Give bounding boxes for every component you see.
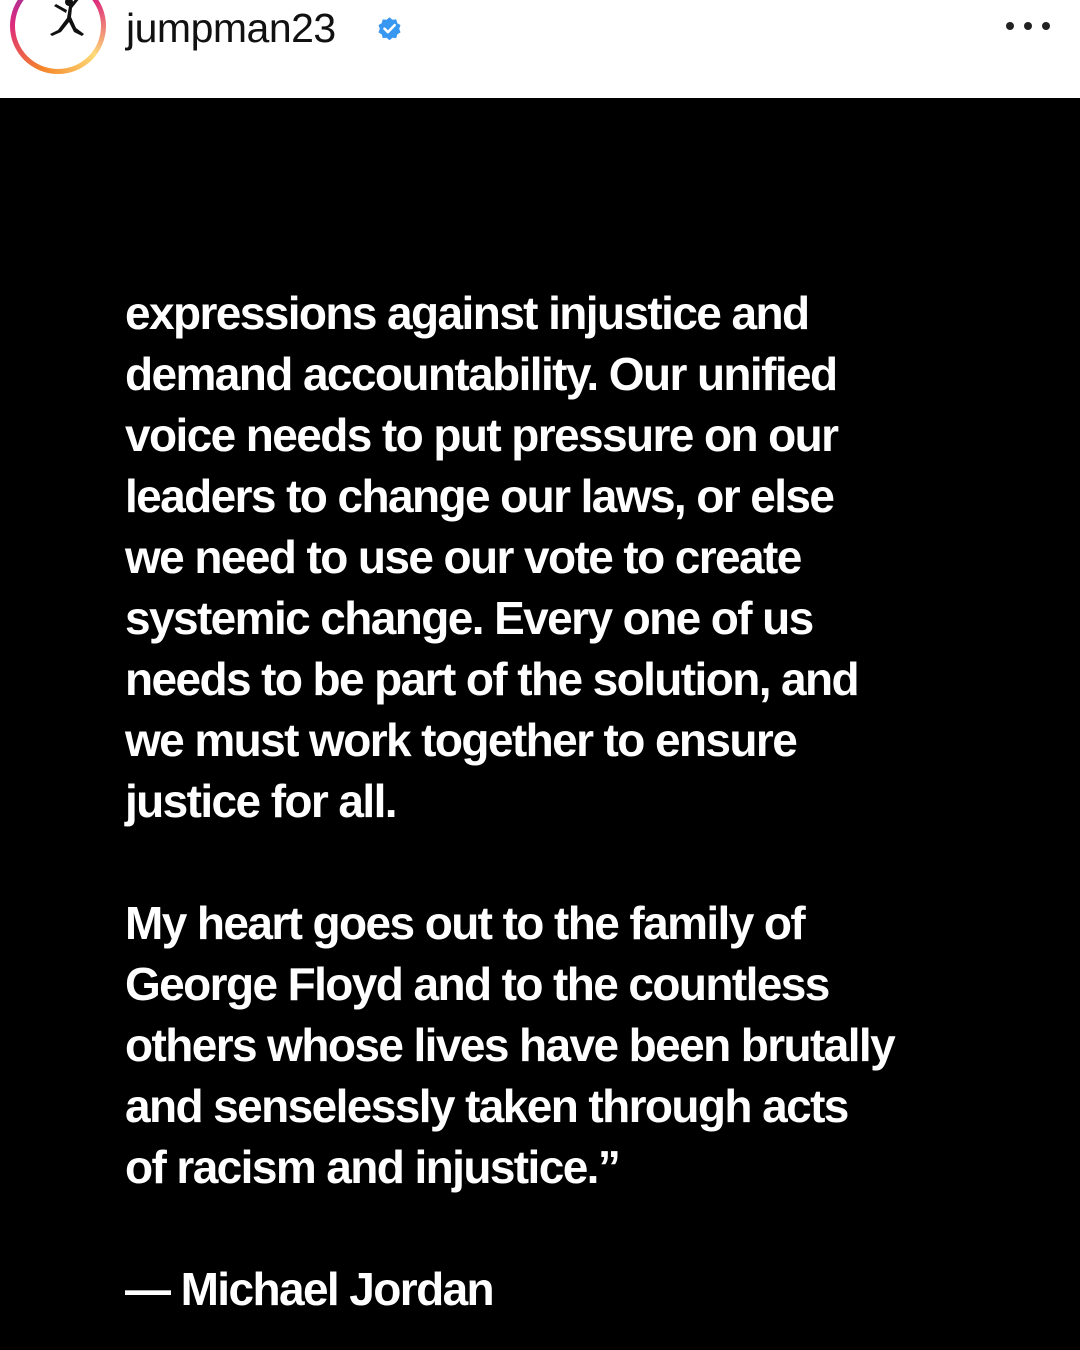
username-link[interactable]: jumpman23 — [126, 4, 336, 52]
quote-line: of racism and injustice.” — [125, 1141, 621, 1193]
post-header: jumpman23 — [0, 0, 1080, 98]
quote-line: expressions against injustice and — [125, 287, 810, 339]
quote-attribution: — Michael Jordan — [125, 1263, 495, 1315]
verified-badge-icon — [378, 17, 401, 41]
quote-line: leaders to change our laws, or else — [125, 470, 835, 522]
jumpman-logo-icon — [50, 0, 84, 36]
quote-line: demand accountability. Our unified — [125, 348, 838, 400]
post-image[interactable]: expressions against injustice and demand… — [0, 98, 1080, 1350]
dot — [1042, 22, 1050, 30]
quote-line: we must work together to ensure — [125, 714, 798, 766]
dot — [1006, 22, 1014, 30]
quote-line: George Floyd and to the countless — [125, 958, 830, 1010]
more-options-icon[interactable] — [1006, 14, 1050, 38]
quote-line: My heart goes out to the family of — [125, 897, 806, 949]
dot — [1024, 22, 1032, 30]
profile-avatar[interactable] — [10, 0, 106, 74]
quote-line: and senselessly taken through acts — [125, 1080, 849, 1132]
instagram-post-screen: jumpman23 expressions against injustice … — [0, 0, 1080, 1350]
quote-text: expressions against injustice and demand… — [125, 283, 1025, 1320]
quote-line: needs to be part of the solution, and — [125, 653, 860, 705]
quote-line: others whose lives have been brutally — [125, 1019, 896, 1071]
quote-line: we need to use our vote to create — [125, 531, 802, 583]
quote-line: justice for all. — [125, 775, 398, 827]
quote-line: voice needs to put pressure on our — [125, 409, 839, 461]
quote-line: systemic change. Every one of us — [125, 592, 814, 644]
